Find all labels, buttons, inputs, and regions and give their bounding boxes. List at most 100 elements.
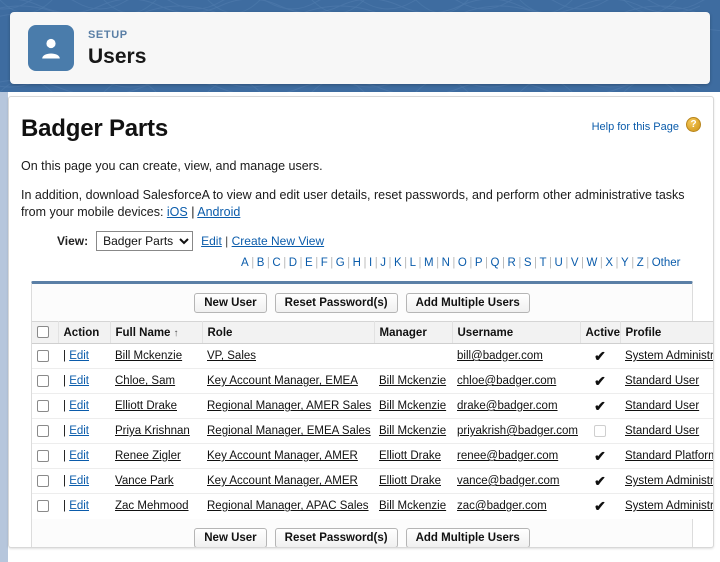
alphabet-filter-h[interactable]: H <box>350 257 363 269</box>
alphabet-filter-f[interactable]: F <box>318 257 330 269</box>
page-title: Badger Parts <box>21 115 168 142</box>
alphabet-filter-u[interactable]: U <box>552 257 565 269</box>
role-link[interactable]: Key Account Manager, EMEA <box>207 375 358 387</box>
new-user-button-bottom[interactable]: New User <box>194 527 267 547</box>
full-name-link[interactable]: Zac Mehmood <box>115 500 189 512</box>
column-header-action[interactable]: Action <box>58 321 111 344</box>
alphabet-filter-i[interactable]: I <box>366 257 374 269</box>
column-header-role[interactable]: Role <box>202 321 375 344</box>
column-header-username[interactable]: Username <box>452 321 581 344</box>
profile-link[interactable]: System Administrator <box>625 475 713 487</box>
edit-link[interactable]: Edit <box>69 375 89 387</box>
alphabet-filter-d[interactable]: D <box>286 257 299 269</box>
username-link[interactable]: vance@badger.com <box>457 475 559 487</box>
add-multiple-users-button-top[interactable]: Add Multiple Users <box>405 293 530 313</box>
alphabet-filter-g[interactable]: G <box>333 257 347 269</box>
full-name-link[interactable]: Vance Park <box>115 475 174 487</box>
column-header-manager[interactable]: Manager <box>374 321 453 344</box>
column-header-active[interactable]: Active <box>580 321 621 344</box>
full-name-link[interactable]: Bill Mckenzie <box>115 350 182 362</box>
full-name-link[interactable]: Priya Krishnan <box>115 425 190 437</box>
alphabet-filter-o[interactable]: O <box>455 257 469 269</box>
role-link[interactable]: Regional Manager, EMEA Sales <box>207 425 371 437</box>
alphabet-filter-z[interactable]: Z <box>634 257 646 269</box>
username-link[interactable]: zac@badger.com <box>457 500 547 512</box>
username-link[interactable]: chloe@badger.com <box>457 375 556 387</box>
alphabet-filter-x[interactable]: X <box>603 257 616 269</box>
add-multiple-users-button-bottom[interactable]: Add Multiple Users <box>405 527 530 547</box>
row-select-checkbox[interactable] <box>37 500 49 513</box>
alphabet-filter-r[interactable]: R <box>505 257 518 269</box>
manager-link[interactable]: Bill Mckenzie <box>379 400 446 412</box>
row-action-cell: | Edit <box>58 368 110 394</box>
column-header-full-name[interactable]: Full Name ↑ <box>110 321 203 344</box>
username-link[interactable]: drake@badger.com <box>457 400 558 412</box>
alphabet-filter-other[interactable]: Other <box>649 257 683 269</box>
profile-link[interactable]: Standard User <box>625 425 699 437</box>
edit-link[interactable]: Edit <box>69 425 89 437</box>
manager-link[interactable]: Bill Mckenzie <box>379 375 446 387</box>
manager-link[interactable]: Bill Mckenzie <box>379 500 446 512</box>
row-select-checkbox[interactable] <box>37 374 49 387</box>
reset-passwords-button-bottom[interactable]: Reset Password(s) <box>274 527 398 547</box>
android-link[interactable]: Android <box>197 205 240 219</box>
view-select[interactable]: Badger Parts <box>96 231 194 251</box>
full-name-link[interactable]: Elliott Drake <box>115 400 177 412</box>
edit-link[interactable]: Edit <box>69 500 89 512</box>
role-link[interactable]: Regional Manager, APAC Sales <box>207 500 369 512</box>
edit-link[interactable]: Edit <box>69 475 89 487</box>
new-user-button-top[interactable]: New User <box>194 293 267 313</box>
edit-link[interactable]: Edit <box>69 450 89 462</box>
alphabet-filter-e[interactable]: E <box>303 257 316 269</box>
reset-passwords-button-top[interactable]: Reset Password(s) <box>274 293 398 313</box>
role-link[interactable]: Key Account Manager, AMER <box>207 475 358 487</box>
column-header-profile[interactable]: Profile <box>620 321 713 344</box>
profile-link[interactable]: System Administrator <box>625 350 713 362</box>
alphabet-filter-t[interactable]: T <box>537 257 549 269</box>
profile-link[interactable]: System Administrator <box>625 500 713 512</box>
row-select-checkbox[interactable] <box>37 424 49 437</box>
profile-link[interactable]: Standard User <box>625 375 699 387</box>
full-name-link[interactable]: Renee Zigler <box>115 450 181 462</box>
alphabet-filter-c[interactable]: C <box>270 257 283 269</box>
row-select-checkbox[interactable] <box>37 399 49 412</box>
manager-link[interactable]: Elliott Drake <box>379 450 441 462</box>
profile-link[interactable]: Standard User <box>625 400 699 412</box>
profile-link[interactable]: Standard Platform User <box>625 450 713 462</box>
username-link[interactable]: bill@badger.com <box>457 350 543 362</box>
alphabet-filter-m[interactable]: M <box>422 257 437 269</box>
alphabet-filter-y[interactable]: Y <box>619 257 632 269</box>
role-link[interactable]: VP, Sales <box>207 350 256 362</box>
manager-link[interactable]: Bill Mckenzie <box>379 425 446 437</box>
alphabet-filter-v[interactable]: V <box>568 257 581 269</box>
edit-view-link[interactable]: Edit <box>201 234 222 248</box>
username-link[interactable]: priyakrish@badger.com <box>457 425 578 437</box>
row-select-checkbox[interactable] <box>37 349 49 362</box>
username-cell: drake@badger.com <box>452 393 580 419</box>
alphabet-filter-w[interactable]: W <box>584 257 600 269</box>
row-select-checkbox[interactable] <box>37 474 49 487</box>
edit-link[interactable]: Edit <box>69 400 89 412</box>
select-all-checkbox[interactable] <box>37 326 49 339</box>
role-link[interactable]: Regional Manager, AMER Sales <box>207 400 371 412</box>
role-link[interactable]: Key Account Manager, AMER <box>207 450 358 462</box>
alphabet-filter-b[interactable]: B <box>254 257 267 269</box>
active-cell: ✔ <box>580 468 620 494</box>
help-for-this-page-link[interactable]: Help for this Page <box>592 121 679 133</box>
alphabet-filter-j[interactable]: J <box>378 257 389 269</box>
alphabet-filter-p[interactable]: P <box>472 257 485 269</box>
row-select-checkbox[interactable] <box>37 449 49 462</box>
username-link[interactable]: renee@badger.com <box>457 450 558 462</box>
edit-link[interactable]: Edit <box>69 350 89 362</box>
manager-link[interactable]: Elliott Drake <box>379 475 441 487</box>
create-new-view-link[interactable]: Create New View <box>232 234 324 248</box>
alphabet-filter-n[interactable]: N <box>439 257 452 269</box>
alphabet-filter-s[interactable]: S <box>521 257 534 269</box>
alphabet-filter-l[interactable]: L <box>407 257 418 269</box>
alphabet-filter-a[interactable]: A <box>239 257 252 269</box>
alphabet-filter-k[interactable]: K <box>391 257 404 269</box>
ios-link[interactable]: iOS <box>167 205 188 219</box>
help-question-icon[interactable]: ? <box>686 117 701 132</box>
alphabet-filter-q[interactable]: Q <box>488 257 502 269</box>
full-name-link[interactable]: Chloe, Sam <box>115 375 175 387</box>
